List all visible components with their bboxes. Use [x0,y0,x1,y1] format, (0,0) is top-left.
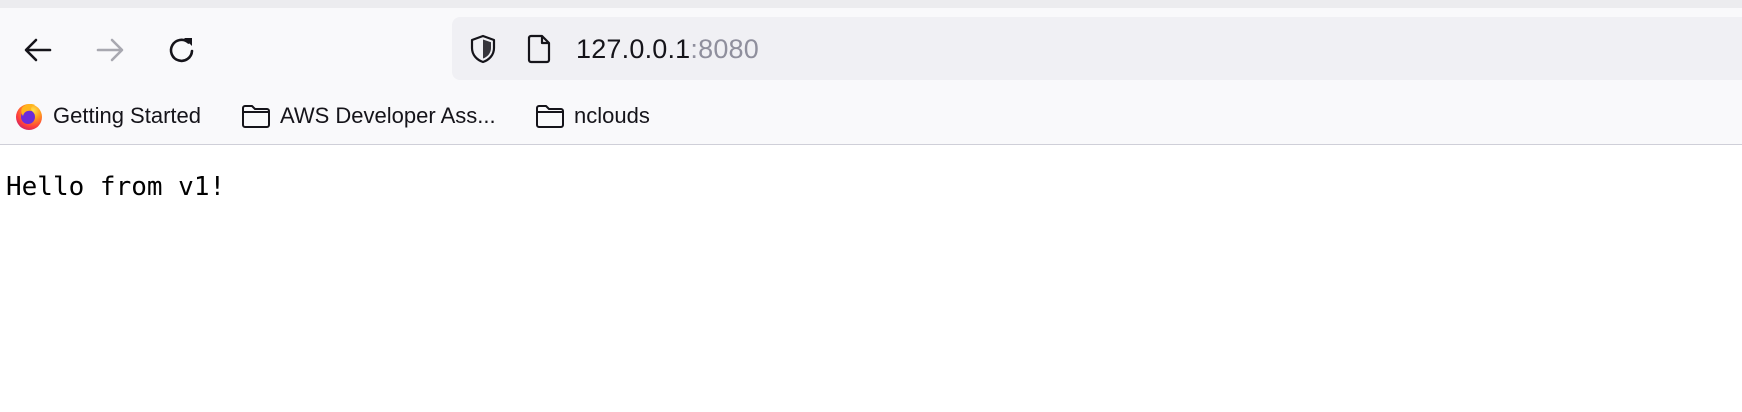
folder-icon [534,100,566,132]
reload-button[interactable] [162,30,202,70]
bookmark-folder-aws[interactable]: AWS Developer Ass... [240,98,496,134]
url-text[interactable]: 127.0.0.1:8080 [576,32,759,66]
reload-icon [169,38,194,63]
page-content: Hello from v1! [0,145,1742,412]
page-body-text: Hello from v1! [6,172,226,202]
url-host: 127.0.0.1 [576,34,691,64]
document-icon[interactable] [521,31,557,67]
bookmark-label: nclouds [574,103,650,128]
back-button[interactable] [18,30,58,70]
bookmarks-toolbar: Getting Started AWS Developer Ass... ncl… [0,90,1742,145]
window-top-strip [0,0,1742,8]
arrow-left-icon [24,38,52,62]
arrow-right-icon [96,38,124,62]
url-bar[interactable]: 127.0.0.1:8080 [452,17,1742,80]
forward-button[interactable] [90,30,130,70]
bookmark-folder-nclouds[interactable]: nclouds [534,98,650,134]
bookmark-label: AWS Developer Ass... [280,103,496,128]
shield-icon[interactable] [465,31,501,67]
folder-icon [240,100,272,132]
firefox-logo-icon [13,100,45,132]
url-port: :8080 [690,34,759,64]
navigation-toolbar: 127.0.0.1:8080 [0,8,1742,90]
bookmark-label: Getting Started [53,103,201,128]
bookmark-getting-started[interactable]: Getting Started [13,98,201,134]
